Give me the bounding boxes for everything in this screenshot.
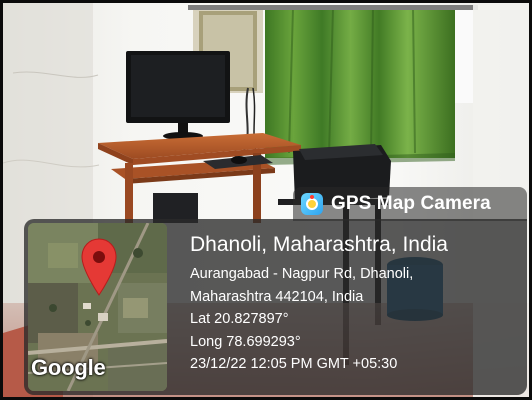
timestamp: 23/12/22 12:05 PM GMT +05:30 xyxy=(190,356,398,372)
satellite-map-thumbnail[interactable]: Google xyxy=(28,223,167,391)
google-logo: Google xyxy=(31,355,106,380)
photo-frame: GPS Map Camera Google Dhanoli, Maharasht… xyxy=(0,0,532,400)
longitude: Long 78.699293° xyxy=(190,333,301,350)
location-info-card: Google Dhanoli, Maharashtra, India Auran… xyxy=(24,219,527,395)
gps-map-camera-label: GPS Map Camera xyxy=(293,187,527,221)
latitude: Lat 20.827897° xyxy=(190,311,289,327)
location-title: Dhanoli, Maharashtra, India xyxy=(190,233,448,256)
gps-map-camera-title: GPS Map Camera xyxy=(331,193,491,214)
location-details: Dhanoli, Maharashtra, India Aurangabad -… xyxy=(190,231,520,376)
address-line-1: Aurangabad - Nagpur Rd, Dhanoli, xyxy=(190,266,414,282)
address-line-2: Maharashtra 442104, India xyxy=(190,288,364,305)
gps-map-camera-icon xyxy=(301,193,323,215)
location-pin-icon xyxy=(81,238,117,296)
